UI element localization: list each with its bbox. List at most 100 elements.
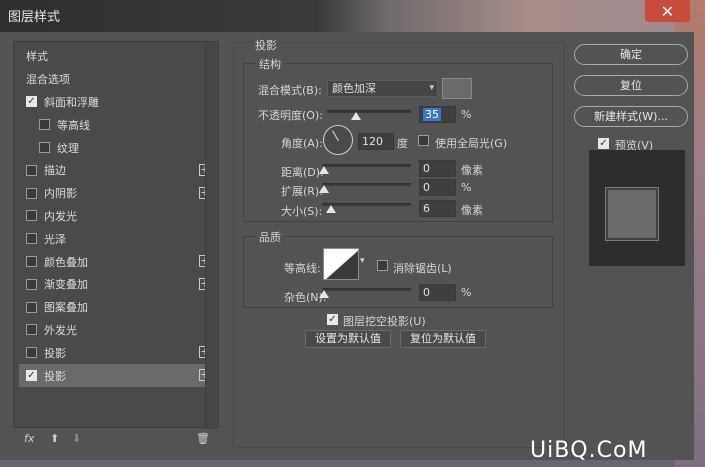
noise-slider[interactable] — [322, 288, 411, 291]
contour-curve-icon — [326, 250, 358, 279]
noise-unit: % — [461, 286, 472, 299]
chevron-down-icon: ▾ — [429, 83, 434, 93]
style-list-item[interactable]: 内发光 — [19, 205, 215, 228]
preview-swatch — [605, 187, 659, 241]
style-checkbox[interactable] — [26, 256, 37, 268]
size-label: 大小(S): — [281, 205, 323, 218]
global-light-label: 使用全局光(G) — [435, 137, 508, 150]
style-list: 样式混合选项 ✓ 斜面和浮雕等高线纹理描边+内阴影+ 内发光光泽颜色叠加+渐变叠加+ 图… — [19, 45, 215, 387]
style-list-item[interactable]: 混合选项 — [19, 68, 215, 91]
style-list-item-label: 等高线 — [57, 118, 90, 132]
style-list-item[interactable]: 外发光 — [19, 319, 215, 342]
new-style-button[interactable]: 新建样式(W)... — [574, 106, 688, 127]
style-checkbox[interactable] — [26, 324, 37, 336]
set-default-button[interactable]: 设置为默认值 — [305, 330, 391, 348]
spread-unit: % — [461, 181, 472, 194]
style-list-item[interactable]: 渐变叠加+ — [19, 273, 215, 296]
layer-style-dialog: 样式混合选项 ✓ 斜面和浮雕等高线纹理描边+内阴影+ 内发光光泽颜色叠加+渐变叠加+ 图… — [0, 32, 694, 460]
chevron-down-icon[interactable]: ▾ — [360, 256, 365, 266]
style-list-scrollbar[interactable] — [205, 42, 216, 429]
angle-field[interactable]: 120 — [358, 133, 394, 150]
style-list-item-label: 纹理 — [57, 141, 79, 155]
opacity-slider-thumb[interactable] — [351, 112, 362, 120]
distance-slider[interactable] — [322, 164, 411, 167]
style-list-item[interactable]: ✓ 斜面和浮雕 — [19, 91, 215, 114]
distance-label: 距离(D): — [281, 166, 324, 179]
style-checkbox[interactable] — [26, 301, 37, 313]
close-icon: ✕ — [660, 1, 675, 21]
style-list-item-label: 样式 — [26, 50, 48, 64]
angle-label: 角度(A): — [281, 137, 323, 150]
drop-shadow-title: 投影 — [252, 37, 280, 53]
opacity-label: 不透明度(O): — [258, 109, 323, 122]
style-list-item[interactable]: 样式 — [19, 45, 215, 68]
spread-slider[interactable] — [322, 183, 411, 186]
style-checkbox[interactable] — [39, 119, 50, 131]
contour-preview[interactable] — [323, 248, 359, 280]
style-checkbox[interactable]: ✓ — [26, 370, 37, 382]
style-checkbox[interactable] — [26, 278, 37, 290]
preview-thumbnail — [589, 150, 685, 266]
style-list-item-label: 投影 — [44, 346, 66, 360]
opacity-field[interactable]: 35 — [419, 106, 456, 123]
style-list-item[interactable]: 描边+ — [19, 159, 215, 182]
style-checkbox[interactable]: ✓ — [26, 96, 37, 108]
style-list-item[interactable]: 颜色叠加+ — [19, 250, 215, 273]
style-list-item-label: 内发光 — [44, 209, 77, 223]
style-list-item[interactable]: 等高线 — [19, 113, 215, 136]
noise-slider-thumb[interactable] — [319, 290, 329, 298]
style-list-item-label: 内阴影 — [44, 187, 77, 201]
antialias-checkbox[interactable] — [377, 260, 388, 271]
style-list-item-label: 渐变叠加 — [44, 278, 88, 292]
style-checkbox[interactable] — [26, 210, 37, 222]
ok-button[interactable]: 确定 — [574, 44, 688, 65]
style-checkbox[interactable] — [26, 164, 37, 176]
distance-unit: 像素 — [461, 164, 483, 177]
spread-field[interactable]: 0 — [419, 179, 456, 196]
style-list-item-label: 颜色叠加 — [44, 255, 88, 269]
global-light-checkbox[interactable] — [418, 135, 429, 146]
style-list-item[interactable]: ✓投影+ — [19, 364, 215, 387]
size-unit: 像素 — [461, 204, 483, 217]
style-list-item[interactable]: 图案叠加 — [19, 296, 215, 319]
size-slider-thumb[interactable] — [326, 205, 336, 213]
style-list-item-label: 描边 — [44, 164, 66, 178]
style-list-panel: 样式混合选项 ✓ 斜面和浮雕等高线纹理描边+内阴影+ 内发光光泽颜色叠加+渐变叠加+ 图… — [13, 41, 219, 428]
noise-field[interactable]: 0 — [419, 284, 456, 301]
move-down-icon[interactable]: ⬇ — [72, 432, 81, 445]
knockout-label: 图层挖空投影(U) — [343, 315, 426, 328]
opacity-slider[interactable] — [327, 110, 411, 113]
move-up-icon[interactable]: ⬆ — [50, 432, 59, 445]
style-list-item-label: 投影 — [44, 369, 66, 383]
close-button[interactable]: ✕ — [645, 0, 690, 22]
reset-button[interactable]: 复位 — [574, 75, 688, 96]
size-field[interactable]: 6 — [419, 200, 456, 217]
angle-unit: 度 — [397, 137, 408, 150]
blend-mode-select[interactable]: 颜色加深 ▾ — [327, 80, 438, 97]
style-list-item[interactable]: 纹理 — [19, 136, 215, 159]
style-checkbox[interactable] — [26, 347, 37, 359]
spread-slider-thumb[interactable] — [319, 185, 329, 193]
style-list-item[interactable]: 光泽 — [19, 227, 215, 250]
trash-icon[interactable]: 🗑 — [196, 432, 210, 445]
antialias-label: 消除锯齿(L) — [393, 262, 452, 275]
blend-mode-value: 颜色加深 — [332, 82, 376, 95]
distance-field[interactable]: 0 — [419, 160, 456, 177]
reset-default-button[interactable]: 复位为默认值 — [400, 330, 486, 348]
style-checkbox[interactable] — [26, 187, 37, 199]
contour-label: 等高线: — [284, 262, 321, 275]
angle-dial[interactable] — [323, 125, 353, 155]
fx-icon[interactable]: fx — [24, 432, 34, 445]
opacity-unit: % — [461, 108, 472, 121]
watermark: UiBQ.CoM — [530, 438, 648, 463]
window-title: 图层样式 — [8, 10, 61, 25]
knockout-checkbox[interactable]: ✓ — [327, 314, 338, 325]
style-list-item[interactable]: 内阴影+ — [19, 182, 215, 205]
style-checkbox[interactable] — [26, 233, 37, 245]
shadow-color-swatch[interactable] — [442, 78, 472, 99]
preview-checkbox[interactable]: ✓ — [598, 138, 609, 149]
style-list-item[interactable]: 投影+ — [19, 341, 215, 364]
style-checkbox[interactable] — [39, 142, 50, 154]
distance-slider-thumb[interactable] — [319, 166, 329, 174]
structure-title: 结构 — [256, 56, 284, 72]
